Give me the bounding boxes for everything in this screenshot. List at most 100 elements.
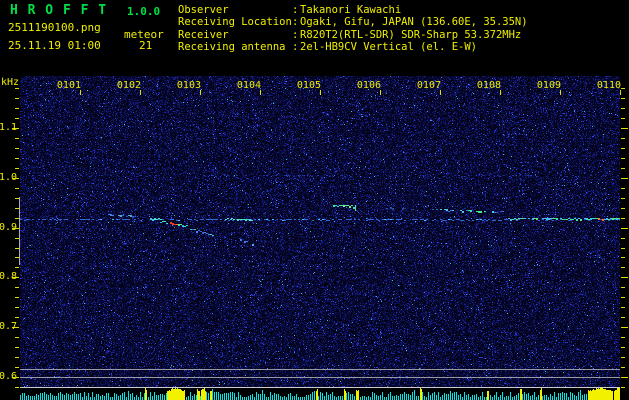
hrofft-screen: H R O F F T 1.0.0 2511190100.png meteor … xyxy=(0,0,629,400)
axis-tick xyxy=(621,238,625,239)
info-value: R820T2(RTL-SDR) SDR-Sharp 53.372MHz xyxy=(300,28,522,41)
time-tick-label: 0109 xyxy=(536,80,561,91)
khz-axis-title: kHz xyxy=(1,77,20,88)
axis-tick xyxy=(621,277,628,278)
axis-tick xyxy=(621,178,628,179)
axis-tick xyxy=(621,357,625,358)
time-tick-label: 0102 xyxy=(116,80,141,91)
axis-tick xyxy=(15,347,19,348)
axis-tick xyxy=(15,158,19,159)
axis-tick xyxy=(621,347,625,348)
echo-count: 21 xyxy=(139,39,153,52)
axis-tick xyxy=(621,208,625,209)
axis-tick xyxy=(621,327,628,328)
axis-tick xyxy=(15,287,19,288)
freq-tick-label: 1.1 xyxy=(0,122,18,133)
axis-tick xyxy=(621,128,628,129)
info-value: Takanori Kawachi xyxy=(300,4,402,16)
axis-tick xyxy=(621,188,625,189)
axis-tick xyxy=(200,90,201,95)
axis-tick xyxy=(621,108,625,109)
time-tick-label: 0103 xyxy=(176,80,201,91)
time-tick-label: 0108 xyxy=(476,80,501,91)
axis-tick xyxy=(15,148,19,149)
axis-tick xyxy=(621,88,625,89)
info-label: Receiver xyxy=(178,28,229,41)
axis-tick xyxy=(15,88,19,89)
axis-tick xyxy=(260,90,261,95)
axis-tick xyxy=(621,367,625,368)
axis-tick xyxy=(621,377,628,378)
datetime-label: 25.11.19 01:00 xyxy=(8,39,101,52)
info-separator: : xyxy=(292,4,299,16)
axis-tick xyxy=(621,387,625,388)
time-tick-label: 0110 xyxy=(596,80,621,91)
axis-tick xyxy=(140,90,141,95)
axis-tick xyxy=(620,90,621,95)
time-tick-label: 0105 xyxy=(296,80,321,91)
time-tick-label: 0107 xyxy=(416,80,441,91)
filename-label: 2511190100.png xyxy=(8,21,101,34)
info-separator: : xyxy=(292,16,299,29)
info-row: Receiving antenna:2el-HB9CV Vertical (el… xyxy=(178,41,528,53)
axis-tick xyxy=(621,257,625,258)
info-value: 2el-HB9CV Vertical (el. E-W) xyxy=(300,41,478,54)
info-row: Receiving Location: Ogaki, Gifu, JAPAN (1… xyxy=(178,16,528,28)
axis-tick xyxy=(621,98,625,99)
axis-tick xyxy=(320,90,321,95)
axis-tick xyxy=(621,317,625,318)
axis-tick xyxy=(560,90,561,95)
axis-tick xyxy=(80,90,81,95)
time-tick-label: 0101 xyxy=(56,80,81,91)
axis-tick xyxy=(15,267,19,268)
axis-tick xyxy=(621,158,625,159)
axis-tick xyxy=(15,337,19,338)
axis-tick xyxy=(621,138,625,139)
vertical-marker-line xyxy=(19,197,20,265)
time-tick-label: 0104 xyxy=(236,80,261,91)
info-row: Receiver: R820T2(RTL-SDR) SDR-Sharp 53.37… xyxy=(178,29,528,41)
axis-tick xyxy=(15,168,19,169)
axis-tick xyxy=(621,287,625,288)
axis-tick xyxy=(621,218,625,219)
info-label: Receiving antenna xyxy=(178,41,286,54)
info-separator: : xyxy=(292,41,299,54)
axis-tick xyxy=(621,267,625,268)
axis-tick xyxy=(380,90,381,95)
freq-tick-label: 0.8 xyxy=(0,271,18,282)
axis-tick xyxy=(15,387,19,388)
time-tick-label: 0106 xyxy=(356,80,381,91)
freq-tick-label: 0.9 xyxy=(0,222,18,233)
app-version: 1.0.0 xyxy=(127,5,161,18)
axis-tick xyxy=(15,118,19,119)
axis-tick xyxy=(621,148,625,149)
axis-tick xyxy=(621,307,625,308)
axis-tick xyxy=(15,297,19,298)
station-info: Observer: Takanori Kawachi Receiving Locat… xyxy=(178,4,528,54)
axis-tick xyxy=(15,317,19,318)
info-label: Observer xyxy=(178,4,229,16)
info-label: Receiving Location xyxy=(178,16,292,29)
axis-tick xyxy=(15,188,19,189)
axis-tick xyxy=(500,90,501,95)
axis-tick xyxy=(15,98,19,99)
axis-tick xyxy=(621,297,625,298)
spectrogram-canvas xyxy=(20,76,620,400)
axis-tick xyxy=(15,138,19,139)
axis-tick xyxy=(15,357,19,358)
freq-tick-label: 1.0 xyxy=(0,172,18,183)
axis-tick xyxy=(621,168,625,169)
freq-tick-label: 0.7 xyxy=(0,321,18,332)
axis-tick xyxy=(621,228,628,229)
axis-tick xyxy=(621,118,625,119)
app-title: H R O F F T xyxy=(10,3,108,18)
info-row: Observer: Takanori Kawachi xyxy=(178,4,528,16)
axis-tick xyxy=(621,198,625,199)
axis-tick xyxy=(15,367,19,368)
freq-tick-label: 0.6 xyxy=(0,371,18,382)
info-separator: : xyxy=(292,28,299,41)
axis-tick xyxy=(621,337,625,338)
axis-tick xyxy=(621,248,625,249)
axis-tick xyxy=(440,90,441,95)
info-value: Ogaki, Gifu, JAPAN (136.60E, 35.35N) xyxy=(300,16,528,29)
